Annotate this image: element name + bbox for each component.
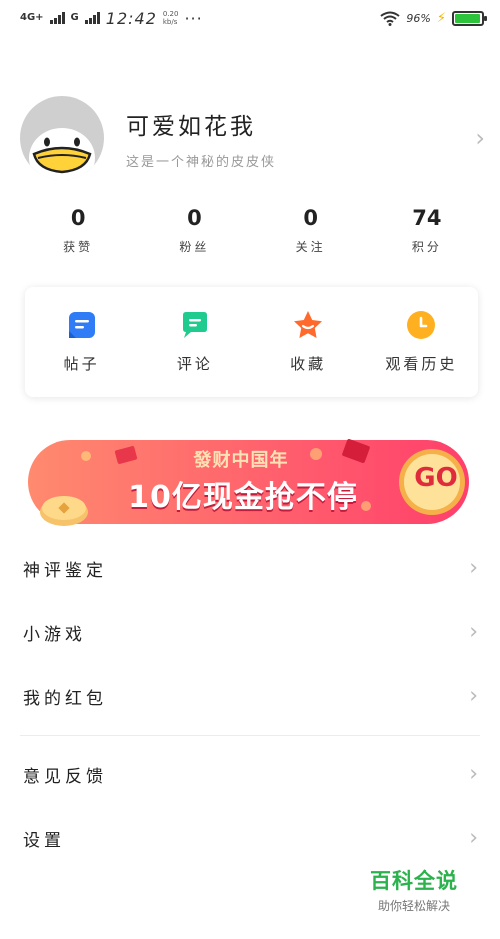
speed-unit: kb/s [162,18,178,26]
watermark-subtitle: 助你轻松解决 [377,899,450,913]
menu-item-comment-rating[interactable]: 神评鉴定 › [0,536,500,600]
signal-icon-2 [84,12,100,24]
charging-icon: ⚡ [436,10,446,26]
menu-group-1: 神评鉴定 › 小游戏 › 我的红包 › [0,536,500,728]
battery-icon [452,10,487,26]
chevron-right-icon: › [469,619,478,645]
more-notifications: ··· [184,8,203,28]
watermark: 百科全说 助你轻松解决 [364,865,464,914]
stat-label: 关注 [295,240,326,254]
quick-action-label: 评论 [176,355,213,373]
avatar-drawing [24,128,100,180]
menu-item-mini-games[interactable]: 小游戏 › [0,600,500,664]
username: 可爱如花我 [126,113,256,140]
status-left: 4G+ G 12:42 0.20 kb/s ··· [20,9,203,28]
chevron-right-icon: › [469,683,478,709]
quick-action-posts[interactable]: 帖子 [25,287,138,397]
chevron-right-icon: › [469,825,478,851]
menu-label: 意见反馈 [23,766,107,787]
stat-value: 0 [187,206,202,230]
status-bar: 4G+ G 12:42 0.20 kb/s ··· 96% ⚡ [0,0,500,36]
stat-label: 积分 [411,240,442,254]
stat-value: 74 [412,206,442,230]
watermark-title: 百科全说 [370,869,458,893]
quick-actions-card: 帖子 评论 收藏 观看历史 [25,287,478,397]
banner-subtitle: 發财中国年 [193,450,289,471]
comment-icon [182,312,207,338]
quick-action-favorites[interactable]: 收藏 [252,287,365,397]
chevron-right-icon: › [469,761,478,787]
profile-header[interactable]: 可爱如花我 这是一个神秘的皮皮侠 › [20,95,485,181]
user-bio: 这是一个神秘的皮皮侠 [126,154,277,170]
stat-label: 获赞 [63,240,94,254]
menu-label: 神评鉴定 [23,560,107,581]
clock-time: 12:42 [105,8,157,28]
menu-label: 我的红包 [23,688,107,709]
stats-row: 0 获赞 0 粉丝 0 关注 74 积分 [20,206,485,255]
menu-item-red-packets[interactable]: 我的红包 › [0,664,500,728]
banner-title: 10亿现金抢不停 [128,480,358,515]
quick-action-label: 收藏 [290,355,327,373]
network-type-1: 4G+ [20,12,44,23]
quick-action-label: 观看历史 [385,355,458,373]
clock-icon [407,311,436,339]
banner-go-button[interactable]: GO [411,463,461,493]
profile-text: 可爱如花我 这是一个神秘的皮皮侠 [126,107,276,170]
stat-value: 0 [70,206,86,230]
wifi-icon [380,11,401,26]
battery-percent: 96% [406,11,431,25]
menu-label: 小游戏 [23,624,86,645]
network-type-2: G [70,12,79,23]
stat-likes[interactable]: 0 获赞 [20,206,136,255]
chevron-right-icon[interactable]: › [475,124,485,152]
menu-divider [20,735,480,736]
signal-icon [49,12,65,24]
promo-banner[interactable]: 發财中国年 10亿现金抢不停 GO [26,436,471,528]
battery-fill [455,13,480,23]
stat-points[interactable]: 74 积分 [369,206,485,255]
menu-label: 设置 [23,830,65,851]
speed-value: 0.20 [162,10,179,18]
menu-item-settings[interactable]: 设置 › [0,806,500,870]
menu-group-2: 意见反馈 › 设置 › [0,742,500,870]
quick-action-history[interactable]: 观看历史 [365,287,478,397]
post-icon [68,312,95,338]
quick-action-label: 帖子 [63,355,100,373]
quick-action-comments[interactable]: 评论 [138,287,251,397]
chevron-right-icon: › [469,555,478,581]
menu-item-feedback[interactable]: 意见反馈 › [0,742,500,806]
stat-value: 0 [303,206,318,230]
star-icon [294,311,323,338]
stat-label: 粉丝 [179,240,210,254]
stat-fans[interactable]: 0 粉丝 [136,206,252,255]
status-right: 96% ⚡ [380,10,487,26]
network-speed: 0.20 kb/s [163,10,179,26]
stat-following[interactable]: 0 关注 [253,206,369,255]
duck-avatar-icon[interactable] [20,96,104,180]
